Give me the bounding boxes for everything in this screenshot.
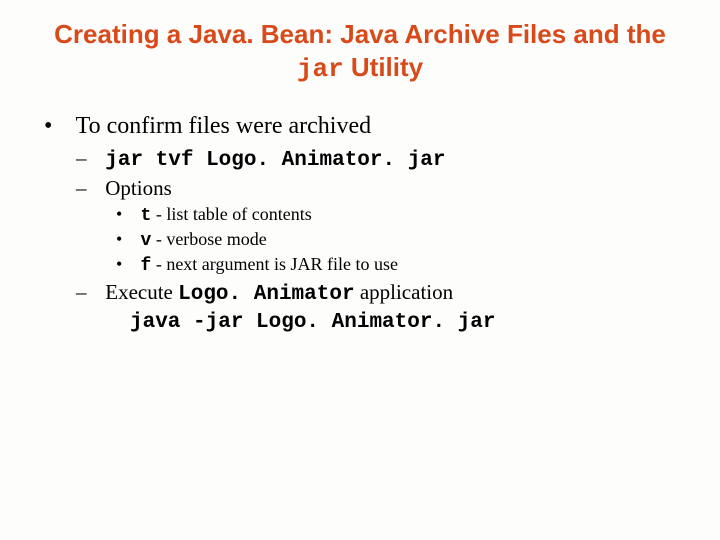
opt-t: t - list table of contents [136,204,680,226]
title-text-pre: Creating a Java. Bean: Java Archive File… [54,19,666,49]
opt-v-sep: - [151,229,166,249]
bullet-list-l3: t - list table of contents v - verbose m… [100,204,680,276]
slide: Creating a Java. Bean: Java Archive File… [0,0,720,540]
sub-execute: Execute Logo. Animator application java … [100,280,680,334]
opt-f: f - next argument is JAR file to use [136,254,680,276]
sub-execute-mono: Logo. Animator [178,283,354,306]
opt-t-desc: list table of contents [166,204,311,224]
bullet-list-l1: To confirm files were archived jar tvf L… [40,113,680,334]
sub-jar-command: jar tvf Logo. Animator. jar [100,146,680,172]
opt-v-desc: verbose mode [166,229,266,249]
title-text-post: Utility [344,52,423,82]
jar-command-code: jar tvf Logo. Animator. jar [105,149,445,172]
java-command-line: java -jar Logo. Animator. jar [100,308,680,334]
java-command-code: java -jar Logo. Animator. jar [130,311,495,334]
sub-options-text: Options [105,176,172,200]
opt-f-code: f [141,256,152,276]
opt-v-code: v [141,231,152,251]
page-title: Creating a Java. Bean: Java Archive File… [40,18,680,85]
sub-execute-post: application [355,280,454,304]
sub-options: Options t - list table of contents v - v… [100,176,680,276]
opt-v: v - verbose mode [136,229,680,251]
opt-t-sep: - [151,204,166,224]
bullet-confirm: To confirm files were archived jar tvf L… [70,113,680,334]
bullet-list-l2: jar tvf Logo. Animator. jar Options t - … [70,146,680,334]
opt-f-sep: - [151,254,166,274]
bullet-confirm-text: To confirm files were archived [76,113,372,139]
sub-execute-pre: Execute [105,280,178,304]
opt-f-desc: next argument is JAR file to use [166,254,398,274]
opt-t-code: t [141,206,152,226]
title-mono: jar [297,54,344,84]
